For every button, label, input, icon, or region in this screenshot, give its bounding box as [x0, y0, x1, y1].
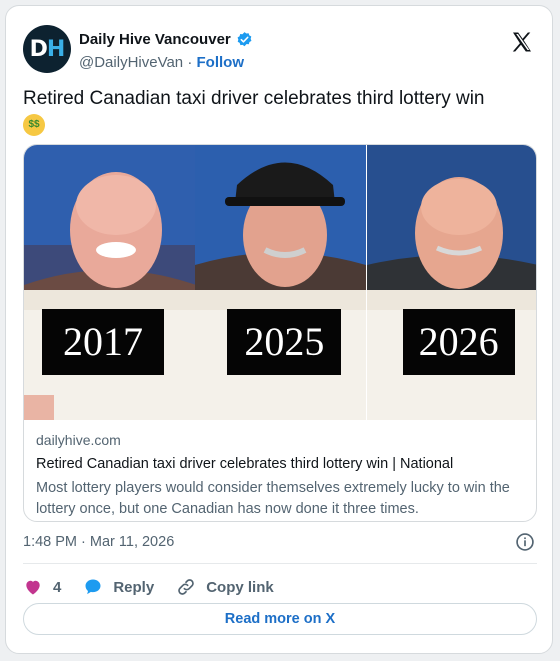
man-photo-2017 [24, 145, 196, 420]
link-preview-image: 2017 2025 2026 [24, 145, 536, 420]
name-row: Daily Hive Vancouver [79, 31, 253, 48]
reply-label: Reply [113, 578, 155, 596]
link-domain: dailyhive.com [36, 432, 121, 448]
reply-bubble-icon [85, 579, 101, 595]
photo-panel-2026: 2026 [366, 145, 536, 420]
avatar[interactable]: D H [23, 25, 71, 73]
link-meta: dailyhive.com Retired Canadian taxi driv… [36, 432, 526, 520]
copy-link-button[interactable]: Copy link [176, 577, 274, 597]
divider [23, 563, 537, 564]
display-name[interactable]: Daily Hive Vancouver [79, 31, 231, 48]
money-mouth-face-icon: $$ [23, 113, 45, 136]
handle-separator: · [183, 54, 197, 71]
tweet-text: Retired Canadian taxi driver celebrates … [23, 86, 533, 138]
year-label-2025: 2025 [227, 309, 342, 375]
tweet-embed-card: D H Daily Hive Vancouver @DailyHiveVan ·… [5, 5, 553, 654]
info-icon[interactable] [515, 532, 535, 552]
like-button[interactable]: 4 [23, 577, 61, 597]
year-label-2017: 2017 [42, 309, 164, 375]
avatar-letter-d: D [29, 36, 48, 62]
man-photo-2025 [195, 145, 367, 420]
action-bar: 4 Reply Copy link [23, 572, 296, 602]
like-count: 4 [53, 578, 62, 596]
reply-button[interactable]: Reply [83, 577, 154, 597]
photo-panel-2025: 2025 [195, 145, 367, 420]
follow-button[interactable]: Follow [197, 54, 245, 71]
handle-row: @DailyHiveVan · Follow [79, 54, 244, 71]
link-preview-card[interactable]: 2017 2025 2026 dailyhive.com Retired Can… [23, 144, 537, 522]
tweet-body: Retired Canadian taxi driver celebrates … [23, 88, 485, 109]
x-logo-icon[interactable] [510, 30, 534, 54]
timestamp[interactable]: 1:48 PM · Mar 11, 2026 [23, 534, 174, 550]
heart-icon [26, 580, 40, 595]
link-icon [178, 579, 194, 595]
year-label-2026: 2026 [402, 309, 515, 375]
link-description: Most lottery players would consider them… [36, 480, 510, 517]
link-title[interactable]: Retired Canadian taxi driver celebrates … [36, 456, 526, 472]
man-photo-2026 [366, 145, 536, 420]
photo-panel-2017: 2017 [24, 145, 196, 420]
avatar-letter-h: H [46, 36, 65, 62]
copy-link-label: Copy link [206, 578, 274, 596]
verified-badge-icon [237, 32, 252, 47]
read-more-button[interactable]: Read more on X [23, 603, 537, 635]
handle[interactable]: @DailyHiveVan [79, 54, 183, 71]
